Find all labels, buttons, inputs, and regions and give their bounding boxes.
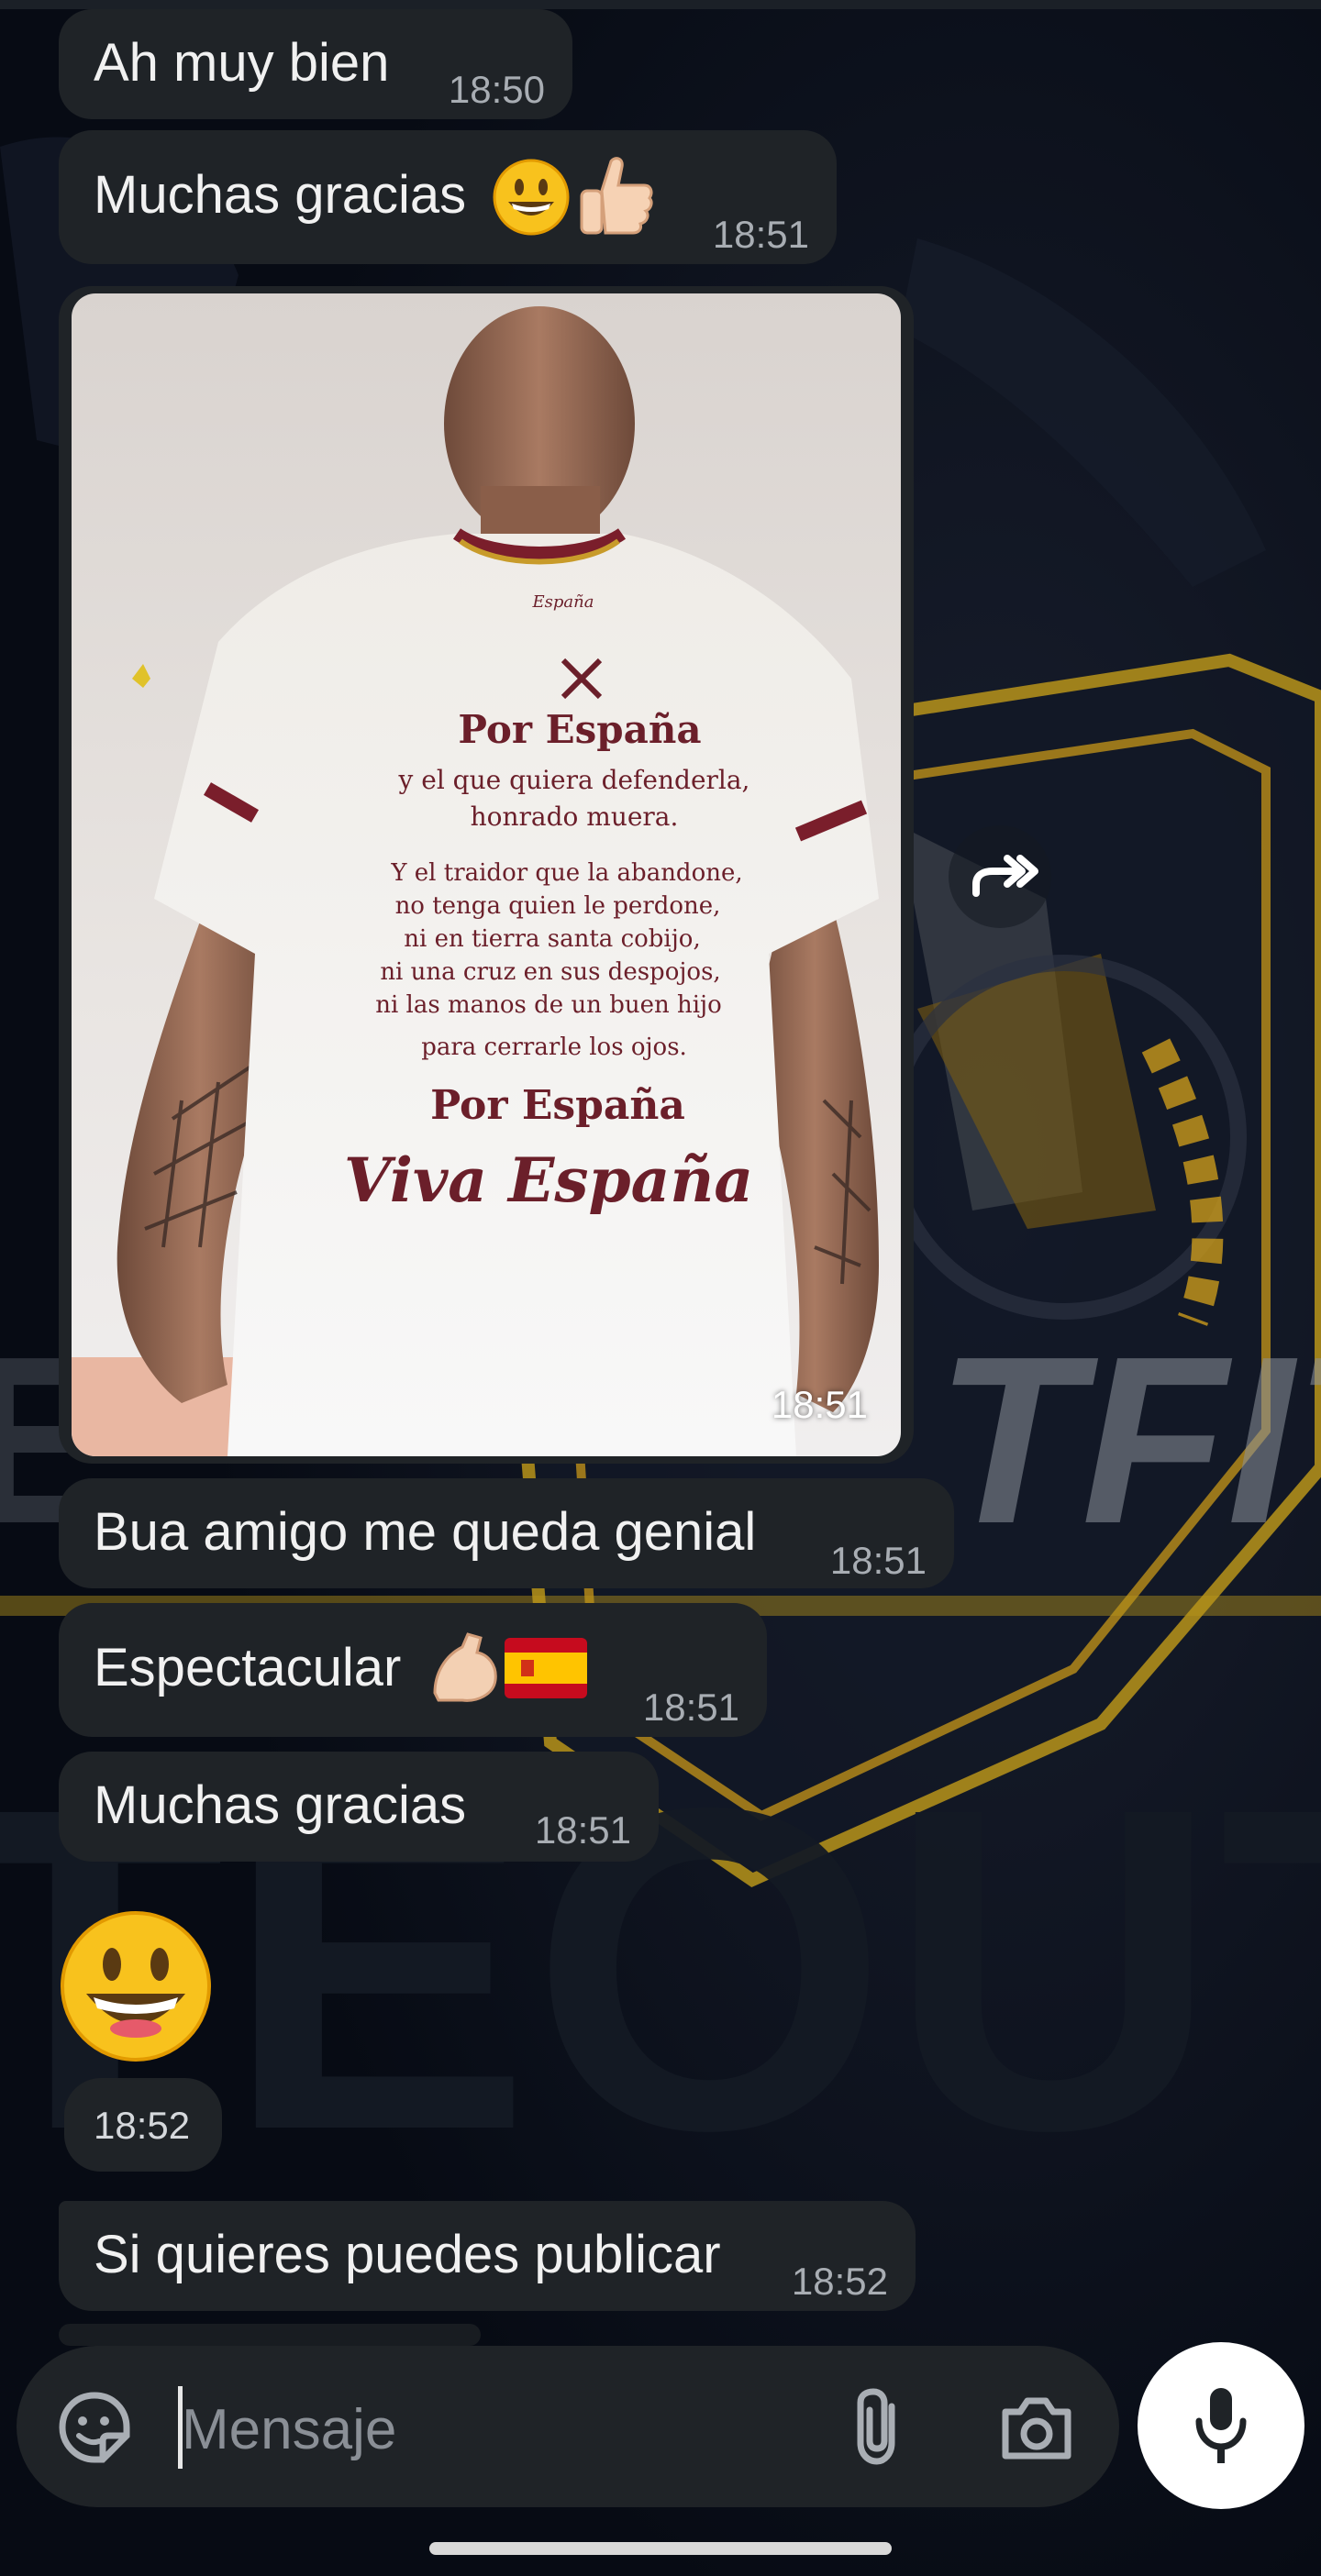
shirt-photo-image: España Por España y el que quiera defend… (72, 293, 901, 1456)
flexed-biceps-emoji (433, 1632, 497, 1702)
svg-text:para cerrarle los ojos.: para cerrarle los ojos. (421, 1034, 687, 1061)
camera-icon[interactable] (998, 2394, 1075, 2461)
attach-icon[interactable] (848, 2386, 912, 2469)
home-indicator[interactable] (429, 2542, 892, 2555)
message-bubble[interactable]: Muchas gracias 18:51 (59, 130, 837, 264)
message-time: 18:51 (829, 1539, 927, 1582)
message-text: Si quieres puedes publicar (94, 2225, 721, 2284)
message-text: Ah muy bien (94, 33, 390, 93)
forward-icon (972, 855, 1038, 897)
photo-message[interactable]: España Por España y el que quiera defend… (59, 286, 914, 1464)
svg-text:TFIT: TFIT (936, 1308, 1321, 1574)
message-time: 18:52 (94, 2104, 191, 2147)
svg-text:Por España: Por España (430, 1082, 685, 1129)
message-bubble[interactable]: Espectacular 18:51 (59, 1603, 767, 1737)
svg-text:ni en tierra santa cobijo,: ni en tierra santa cobijo, (404, 925, 700, 953)
forward-button[interactable] (949, 825, 1051, 928)
voice-message-button[interactable] (1138, 2342, 1304, 2509)
svg-text:honrado muera.: honrado muera. (471, 802, 679, 832)
thumbs-up-emoji (580, 157, 653, 235)
spain-flag-emoji (505, 1638, 587, 1698)
message-text: Muchas gracias (94, 165, 467, 225)
message-time: 18:51 (534, 1808, 631, 1852)
message-text: Bua amigo me queda genial (94, 1502, 757, 1562)
message-time: 18:51 (642, 1686, 739, 1729)
svg-text:no tenga quien le perdone,: no tenga quien le perdone, (395, 892, 721, 920)
message-bubble[interactable]: Bua amigo me queda genial 18:51 (59, 1478, 954, 1588)
message-bubble[interactable]: Ah muy bien 18:50 (59, 9, 572, 119)
message-time-pill: 18:52 (64, 2078, 222, 2172)
sticker-icon[interactable] (57, 2390, 132, 2465)
shirt-photo[interactable]: España Por España y el que quiera defend… (72, 293, 901, 1456)
message-time: 18:51 (712, 213, 809, 256)
mic-icon (1195, 2388, 1247, 2463)
message-bubble-partial (59, 2324, 481, 2346)
svg-text:y el que quiera defenderla,: y el que quiera defenderla, (398, 765, 750, 795)
message-text: Espectacular (94, 1638, 402, 1697)
message-bubble[interactable]: Si quieres puedes publicar 18:52 (59, 2201, 916, 2311)
svg-text:Y el traidor que la abandone,: Y el traidor que la abandone, (390, 859, 742, 887)
svg-text:Por España: Por España (458, 707, 701, 752)
grinning-face-emoji-large[interactable] (57, 1907, 215, 2065)
photo-time: 18:51 (771, 1383, 868, 1426)
message-bubble[interactable]: Muchas gracias 18:51 (59, 1752, 659, 1862)
message-time: 18:52 (791, 2260, 888, 2303)
grinning-face-emoji (493, 159, 570, 236)
message-text: Muchas gracias (94, 1775, 467, 1835)
message-time: 18:50 (448, 68, 545, 111)
svg-text:ni una cruz en sus despojos,: ni una cruz en sus despojos, (380, 958, 720, 986)
status-divider (0, 0, 1321, 9)
svg-text:Viva España: Viva España (344, 1144, 753, 1216)
svg-text:España: España (532, 592, 594, 612)
message-input-bar[interactable]: Mensaje (17, 2346, 1119, 2507)
message-input[interactable]: Mensaje (182, 2397, 396, 2462)
svg-text:ni las manos de un buen hijo: ni las manos de un buen hijo (375, 991, 722, 1019)
